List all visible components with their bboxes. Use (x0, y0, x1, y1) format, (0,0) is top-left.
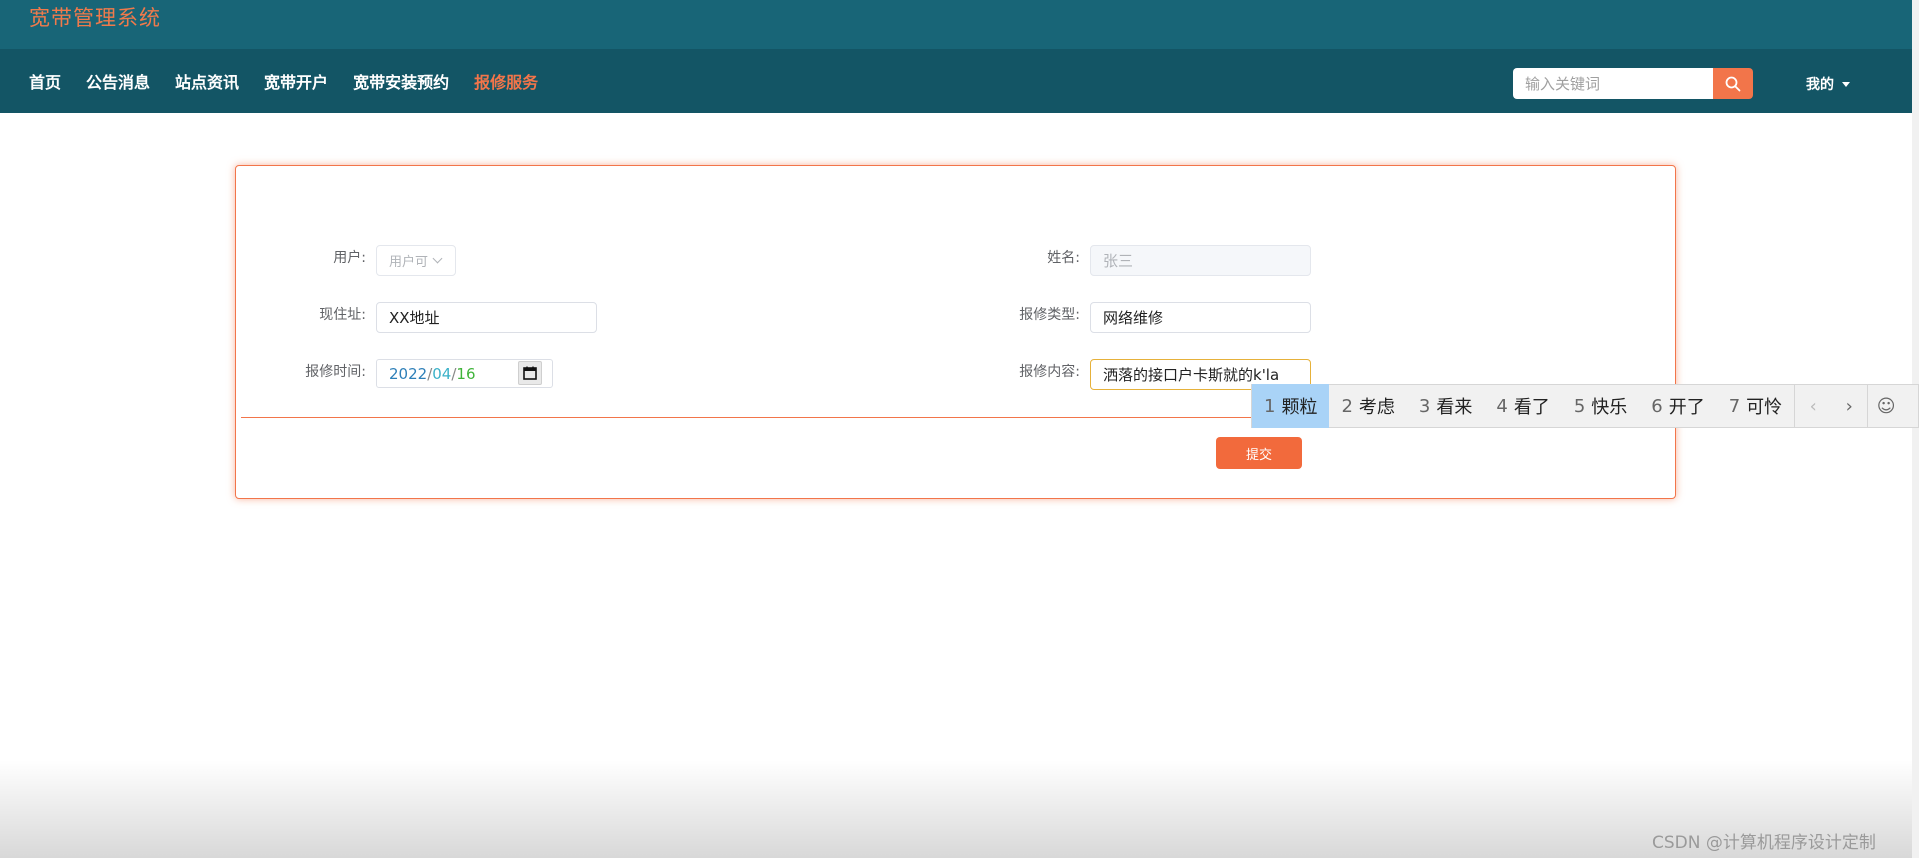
ime-candidate-text: 快乐 (1591, 397, 1628, 418)
ime-candidate-text: 开了 (1668, 397, 1705, 418)
repair-type-field[interactable]: 网络维修 (1090, 302, 1311, 333)
repair-type-label: 报修类型: (1019, 307, 1080, 323)
ime-candidate[interactable]: 5 快乐 (1562, 384, 1639, 428)
ime-candidate-text: 考虑 (1358, 397, 1395, 418)
address-label: 现住址: (319, 307, 366, 323)
ime-candidate[interactable]: 7 可怜 (1717, 384, 1794, 428)
caret-down-icon (1842, 81, 1850, 87)
user-select-value: 用户可 (389, 255, 429, 270)
ime-candidate-bar: 1 颗粒 2 考虑 3 看来 4 看了 5 快乐 6 开了 7 可怜 ‹ › ☺ (1251, 384, 1919, 428)
ime-candidate-text: 颗粒 (1281, 397, 1318, 418)
ime-candidate-number: 2 (1341, 395, 1353, 417)
watermark: CSDN @计算机程序设计定制 (1652, 833, 1876, 853)
chevron-down-icon (432, 253, 443, 264)
ime-candidate[interactable]: 2 考虑 (1329, 384, 1406, 428)
app-title: 宽带管理系统 (29, 6, 161, 30)
ime-candidate-number: 1 (1264, 395, 1276, 417)
search-button[interactable] (1713, 68, 1753, 99)
nav-item-install-booking[interactable]: 宽带安装预约 (353, 69, 449, 93)
ime-candidate-text: 可怜 (1746, 397, 1783, 418)
ime-candidate-text: 看来 (1436, 397, 1473, 418)
ime-candidate[interactable]: 4 看了 (1484, 384, 1561, 428)
nav-item-home[interactable]: 首页 (29, 69, 61, 93)
page-scrollbar[interactable] (1912, 0, 1919, 858)
ime-candidate[interactable]: 6 开了 (1639, 384, 1716, 428)
ime-candidate-number: 3 (1418, 395, 1431, 417)
nav-item-repair-service[interactable]: 报修服务 (474, 69, 538, 93)
ime-candidate-number: 5 (1573, 395, 1586, 417)
ime-candidate-number: 6 (1651, 395, 1663, 417)
ime-next-page-icon[interactable]: › (1831, 384, 1867, 428)
ime-candidate[interactable]: 1 颗粒 (1252, 384, 1330, 428)
search-box (1513, 68, 1753, 99)
search-input[interactable] (1513, 68, 1713, 99)
ime-candidate-number: 4 (1496, 395, 1508, 417)
submit-button[interactable]: 提交 (1216, 437, 1302, 469)
ime-candidate-number: 7 (1728, 395, 1741, 417)
date-day: 16 (456, 364, 476, 383)
main-nav: 首页 公告消息 站点资讯 宽带开户 宽带安装预约 报修服务 (29, 49, 563, 113)
nav-item-broadband-open[interactable]: 宽带开户 (264, 69, 328, 93)
repair-content-label: 报修内容: (1019, 364, 1080, 380)
user-label: 用户: (333, 250, 366, 266)
ime-prev-page-icon[interactable]: ‹ (1795, 384, 1831, 428)
address-field[interactable]: XX地址 (376, 302, 597, 333)
bottom-shade (0, 760, 1912, 858)
nav-item-site-news[interactable]: 站点资讯 (175, 69, 239, 93)
name-field: 张三 (1090, 245, 1311, 276)
calendar-icon (523, 366, 537, 380)
search-icon (1725, 76, 1741, 91)
emoji-icon[interactable]: ☺ (1868, 384, 1904, 428)
calendar-button[interactable] (518, 361, 542, 385)
user-select[interactable]: 用户可 (376, 245, 456, 276)
ime-candidate[interactable]: 3 看来 (1407, 384, 1484, 428)
name-label: 姓名: (1047, 250, 1080, 266)
page: 宽带管理系统 首页 公告消息 站点资讯 宽带开户 宽带安装预约 报修服务 我的 … (0, 0, 1919, 858)
repair-time-label: 报修时间: (305, 364, 366, 380)
date-year: 2022 (389, 364, 428, 383)
nav-item-announcements[interactable]: 公告消息 (86, 69, 150, 93)
user-menu[interactable]: 我的 (1806, 74, 1850, 94)
date-month: 04 (432, 364, 452, 383)
top-bar: 宽带管理系统 (0, 0, 1912, 49)
user-menu-label: 我的 (1806, 77, 1834, 93)
ime-candidate-text: 看了 (1513, 397, 1550, 418)
